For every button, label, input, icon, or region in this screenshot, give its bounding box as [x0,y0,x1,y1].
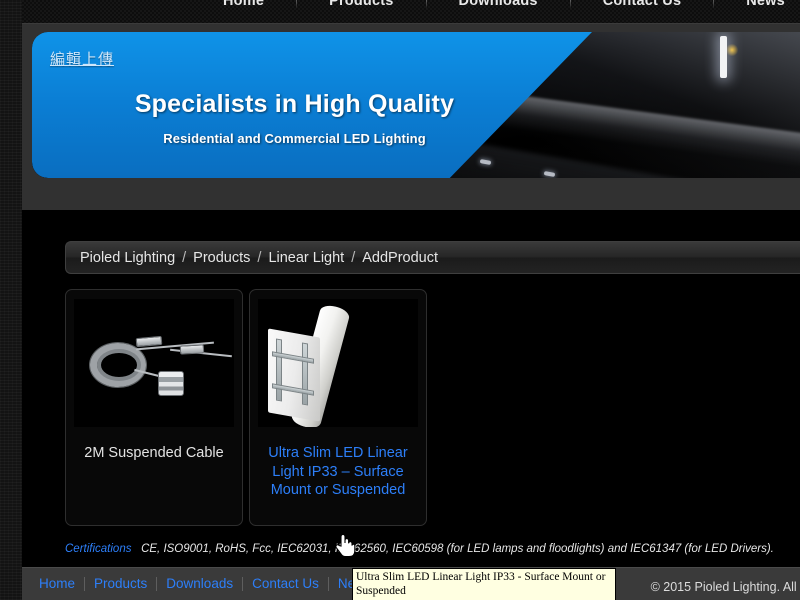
hero-banner: 編輯上傳 Specialists in High Quality Residen… [32,32,800,178]
product-card-title[interactable]: Ultra Slim LED Linear Light IP33 – Surfa… [258,444,418,500]
breadcrumb-item-linear-light[interactable]: Linear Light [268,250,344,266]
breadcrumb-item-addproduct[interactable]: AddProduct [362,250,438,266]
certifications-text: CE, ISO9001, RoHS, Fcc, IEC62031, IEC625… [141,543,774,555]
suspended-cable-kit-photo[interactable] [74,299,234,427]
breadcrumb-item-pioled-lighting[interactable]: Pioled Lighting [80,250,175,266]
footer-link-contact-us[interactable]: Contact Us [243,576,328,591]
cable-drum [158,371,184,396]
road-led-dot [479,159,492,165]
footer-link-downloads[interactable]: Downloads [157,576,242,591]
cable-grip [179,344,205,355]
nav-separator [425,0,427,9]
cable-coil-inner-shape [97,349,141,381]
product-card[interactable]: Ultra Slim LED Linear Light IP33 – Surfa… [249,289,427,526]
breadcrumb-item-products[interactable]: Products [193,250,250,266]
certifications-line: Certifications CE, ISO9001, RoHS, Fcc, I… [65,543,800,555]
nav-separator [713,0,715,9]
nav-item-news[interactable]: News [740,0,791,9]
page-container: 編輯上傳 Specialists in High Quality Residen… [22,24,800,600]
product-card[interactable]: 2M Suspended Cable [65,289,243,526]
top-navigation-bar: Home Products Downloads Contact Us News [22,0,800,24]
product-tooltip: Ultra Slim LED Linear Light IP33 - Surfa… [352,568,616,600]
banner-headline: Specialists in High Quality [134,90,455,118]
browser-viewport: Home Products Downloads Contact Us News [0,0,800,600]
main-content: Pioled Lighting / Products / Linear Ligh… [22,210,800,600]
breadcrumb-separator: / [257,249,262,266]
hero-banner-wrapper: 編輯上傳 Specialists in High Quality Residen… [22,24,800,180]
breadcrumb-separator: / [182,249,187,266]
mounting-bracket [276,338,282,402]
copyright-text: © 2015 Pioled Lighting. All Ri [650,580,800,594]
product-card-title[interactable]: 2M Suspended Cable [74,444,234,463]
post-light-glow [720,36,727,78]
nav-item-contact-us[interactable]: Contact Us [597,0,688,9]
banner-subheadline: Residential and Commercial LED Lighting [163,131,426,146]
nav-item-home[interactable]: Home [217,0,270,9]
edit-upload-link[interactable]: 編輯上傳 [50,48,114,69]
product-grid: 2M Suspended Cable Ultra Slim LED Linear… [65,289,427,526]
footer-link-products[interactable]: Products [85,576,156,591]
footer-link-home[interactable]: Home [30,576,84,591]
nav-separator [296,0,298,9]
nav-item-downloads[interactable]: Downloads [453,0,544,9]
mounting-bracket [302,342,308,406]
nav-item-products[interactable]: Products [323,0,399,9]
certifications-label: Certifications [65,543,132,555]
breadcrumb: Pioled Lighting / Products / Linear Ligh… [65,241,800,274]
footer-navigation: Home Products Downloads Contact Us News [30,576,381,591]
ultra-slim-linear-light-photo[interactable] [258,299,418,427]
footer-credits: © 2015 Pioled Lighting. All Ri Powered b… [651,576,800,600]
nav-separator [569,0,571,9]
breadcrumb-separator: / [351,249,356,266]
road-led-dot [543,171,556,177]
